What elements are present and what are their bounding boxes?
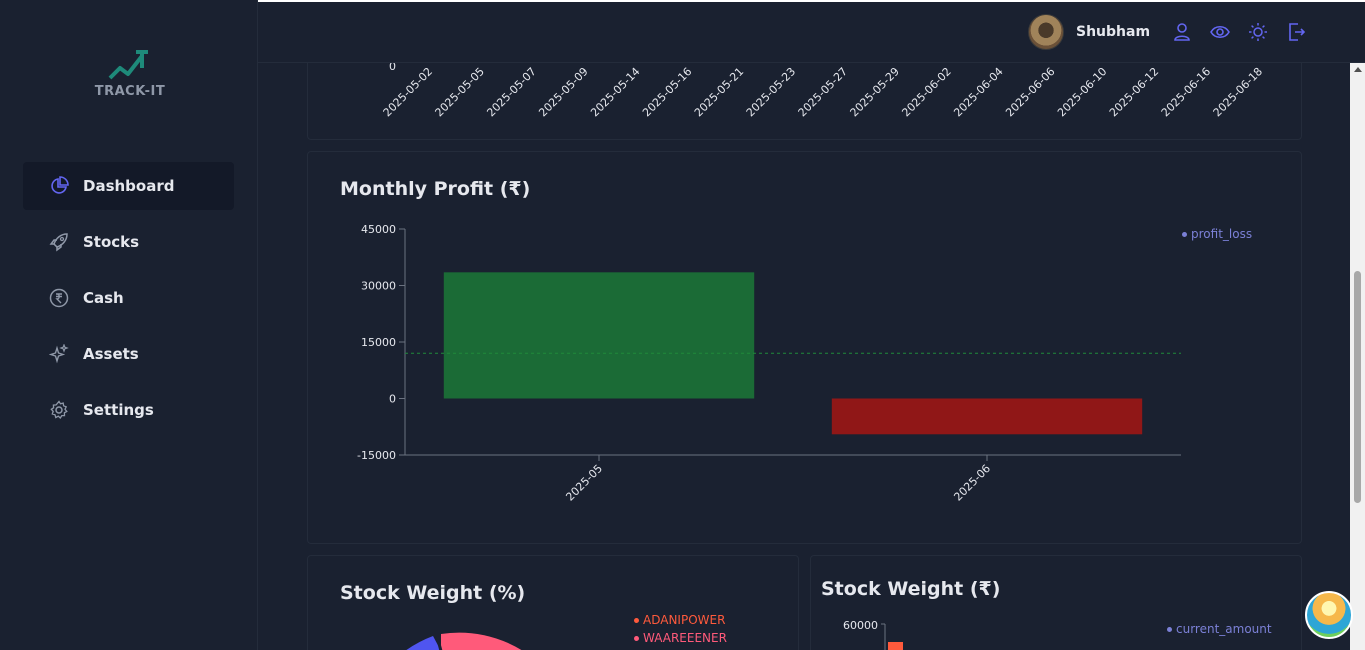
stock-weight-amount-card: Stock Weight (₹) current_amount 60000 bbox=[810, 555, 1302, 650]
x-tick-label: 2025-05-05 bbox=[433, 65, 487, 119]
x-tick-label: 2025-06-04 bbox=[951, 65, 1005, 119]
floating-assistant-button[interactable] bbox=[1305, 591, 1353, 639]
gear-icon bbox=[48, 399, 70, 421]
monthly-profit-title: Monthly Profit (₹) bbox=[340, 178, 531, 200]
x-tick-label: 2025-05 bbox=[563, 462, 605, 504]
pie-slice[interactable] bbox=[405, 636, 441, 650]
user-profile[interactable]: Shubham bbox=[1028, 14, 1150, 50]
x-tick-label: 2025-06-18 bbox=[1211, 65, 1265, 119]
x-tick-label: 2025-06-12 bbox=[1107, 65, 1161, 119]
y-tick-label: -15000 bbox=[357, 449, 396, 462]
y-tick-label: 15000 bbox=[361, 336, 396, 349]
y-tick-label: 0 bbox=[389, 393, 396, 406]
scroll-up-arrow-icon[interactable] bbox=[1354, 67, 1362, 72]
sidebar-item-cash[interactable]: Cash bbox=[23, 274, 234, 322]
monthly-profit-chart: 45000 30000 15000 0 -15000 2025-05 2025-06 bbox=[357, 223, 1181, 504]
scrollbar-thumb[interactable] bbox=[1354, 271, 1361, 503]
x-tick-label: 2025-06-10 bbox=[1055, 65, 1109, 119]
sidebar-item-settings[interactable]: Settings bbox=[23, 386, 234, 434]
y-tick-label: 0 bbox=[389, 63, 396, 73]
x-tick-label: 2025-05-02 bbox=[381, 65, 435, 119]
user-icon[interactable] bbox=[1172, 22, 1192, 42]
top-bar: Shubham bbox=[258, 0, 1365, 63]
legend-label: profit_loss bbox=[1191, 227, 1253, 241]
logout-icon[interactable] bbox=[1286, 22, 1306, 42]
daily-chart-card: 0 2025-05-02 2025-05-05 2025-05-07 2025-05-0… bbox=[307, 63, 1302, 140]
rupee-circle-icon bbox=[48, 287, 70, 309]
sidebar-item-dashboard[interactable]: Dashboard bbox=[23, 162, 234, 210]
sidebar: TRACK-IT Dashboard Stocks Cash Assets Se… bbox=[0, 0, 258, 650]
stock-weight-pie bbox=[405, 632, 523, 650]
topbar-actions bbox=[1172, 22, 1306, 42]
x-tick-label: 2025-05-07 bbox=[484, 65, 538, 119]
bar bbox=[443, 272, 755, 399]
daily-chart-axis: 02025-05-022025-05-052025-05-072025-05-0… bbox=[381, 63, 1265, 119]
chart-legend[interactable]: profit_loss bbox=[1182, 227, 1252, 241]
eye-icon[interactable] bbox=[1210, 22, 1230, 42]
app-logo[interactable]: TRACK-IT bbox=[90, 48, 170, 99]
sidebar-item-label: Dashboard bbox=[83, 177, 175, 195]
monthly-profit-card: Monthly Profit (₹) profit_loss 45000 3000… bbox=[307, 151, 1302, 544]
y-tick-label: 45000 bbox=[361, 223, 396, 236]
sidebar-item-label: Stocks bbox=[83, 233, 140, 251]
sidebar-nav: Dashboard Stocks Cash Assets Settings bbox=[23, 162, 234, 442]
logo-text: TRACK-IT bbox=[94, 84, 166, 99]
x-tick-label: 2025-05-16 bbox=[640, 65, 694, 119]
x-tick-label: 2025-06-16 bbox=[1159, 65, 1213, 119]
x-tick-label: 2025-05-09 bbox=[536, 65, 590, 119]
sidebar-item-stocks[interactable]: Stocks bbox=[23, 218, 234, 266]
x-tick-label: 2025-05-23 bbox=[744, 65, 798, 119]
x-tick-label: 2025-06 bbox=[951, 462, 993, 504]
stock-weight-bar-chart: 60000 bbox=[843, 619, 903, 650]
bar[interactable] bbox=[888, 642, 903, 650]
rocket-icon bbox=[48, 231, 70, 253]
bar bbox=[831, 398, 1143, 435]
x-tick-label: 2025-06-02 bbox=[899, 65, 953, 119]
x-tick-label: 2025-05-27 bbox=[796, 65, 850, 119]
sidebar-item-label: Assets bbox=[83, 345, 139, 363]
y-tick-label: 60000 bbox=[843, 619, 878, 632]
scrollbar[interactable] bbox=[1350, 63, 1365, 650]
stock-weight-pct-card: Stock Weight (%) ADANIPOWER WAAREEENER bbox=[307, 555, 799, 650]
x-tick-label: 2025-05-21 bbox=[692, 65, 746, 119]
pie-slice[interactable] bbox=[441, 632, 523, 650]
sidebar-item-label: Settings bbox=[83, 401, 154, 419]
main-content: 0 2025-05-02 2025-05-05 2025-05-07 2025-05-0… bbox=[258, 63, 1350, 650]
sun-icon[interactable] bbox=[1248, 22, 1268, 42]
avatar[interactable] bbox=[1028, 14, 1064, 50]
x-tick-label: 2025-05-29 bbox=[848, 65, 902, 119]
x-tick-label: 2025-06-06 bbox=[1003, 65, 1057, 119]
y-tick-label: 30000 bbox=[361, 280, 396, 293]
sidebar-item-assets[interactable]: Assets bbox=[23, 330, 234, 378]
pie-chart-icon bbox=[48, 175, 70, 197]
x-tick-label: 2025-05-14 bbox=[588, 65, 642, 119]
legend-dot bbox=[1182, 232, 1187, 237]
sidebar-item-label: Cash bbox=[83, 289, 124, 307]
sparkles-icon bbox=[48, 343, 70, 365]
trend-logo-icon bbox=[108, 50, 148, 80]
user-name: Shubham bbox=[1076, 24, 1151, 40]
